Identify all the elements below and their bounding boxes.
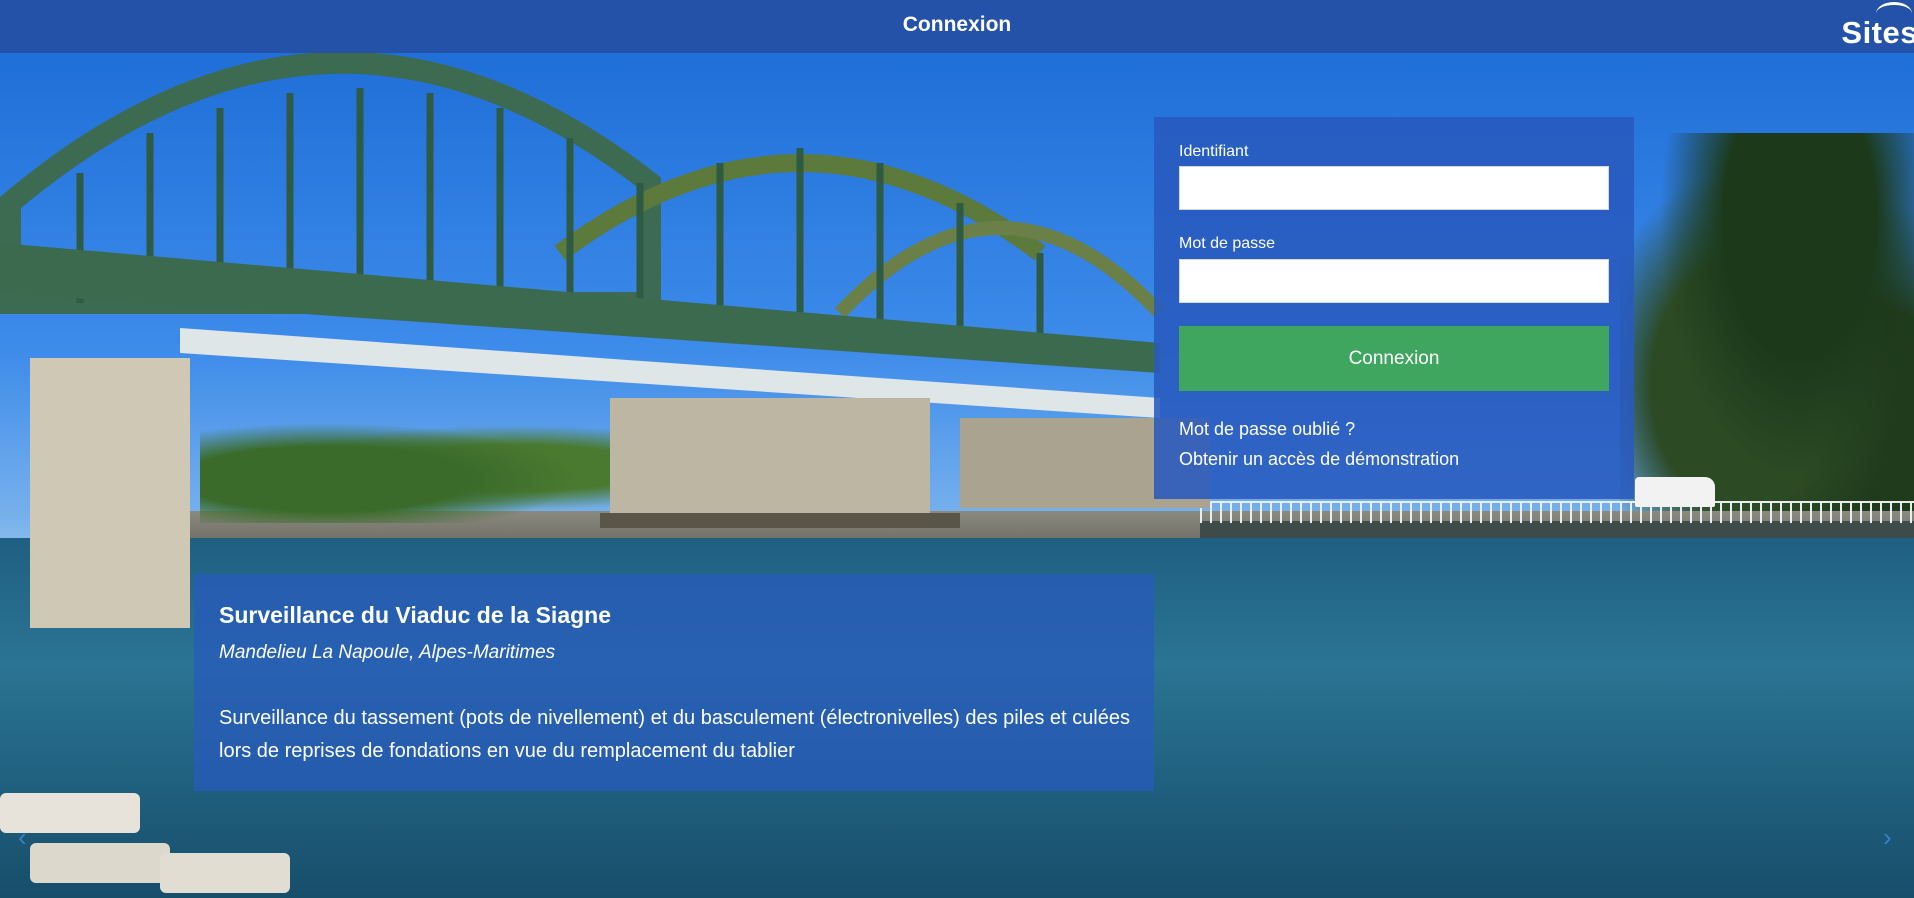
carousel-prev-icon[interactable]: ‹ <box>18 822 27 853</box>
slide-caption: Surveillance du Viaduc de la Siagne Mand… <box>194 574 1154 791</box>
bridge-pier-left <box>30 358 190 628</box>
slide-title: Surveillance du Viaduc de la Siagne <box>219 602 611 628</box>
login-button[interactable]: Connexion <box>1179 326 1609 391</box>
password-input[interactable] <box>1179 259 1609 303</box>
slide-description: Surveillance du tassement (pots de nivel… <box>219 707 1130 762</box>
password-label: Mot de passe <box>1179 235 1276 252</box>
username-input[interactable] <box>1179 166 1609 210</box>
bridge-arch-3 <box>834 221 1166 318</box>
carousel-next-icon[interactable]: › <box>1883 822 1892 853</box>
bridge-pier-center <box>610 398 930 518</box>
top-bar: Connexion Sites <box>0 0 1914 53</box>
pier-base <box>600 513 960 528</box>
username-label: Identifiant <box>1179 143 1249 160</box>
slide-location: Mandelieu La Napoule, Alpes-Maritimes <box>219 642 556 663</box>
demo-access-link[interactable]: Obtenir un accès de démonstration <box>1179 449 1459 470</box>
brand-logo: Sites <box>1841 15 1914 50</box>
page-title: Connexion <box>902 13 1012 36</box>
forgot-password-link[interactable]: Mot de passe oublié ? <box>1179 419 1355 440</box>
login-panel: Identifiant Mot de passe Connexion Mot d… <box>1154 117 1634 499</box>
